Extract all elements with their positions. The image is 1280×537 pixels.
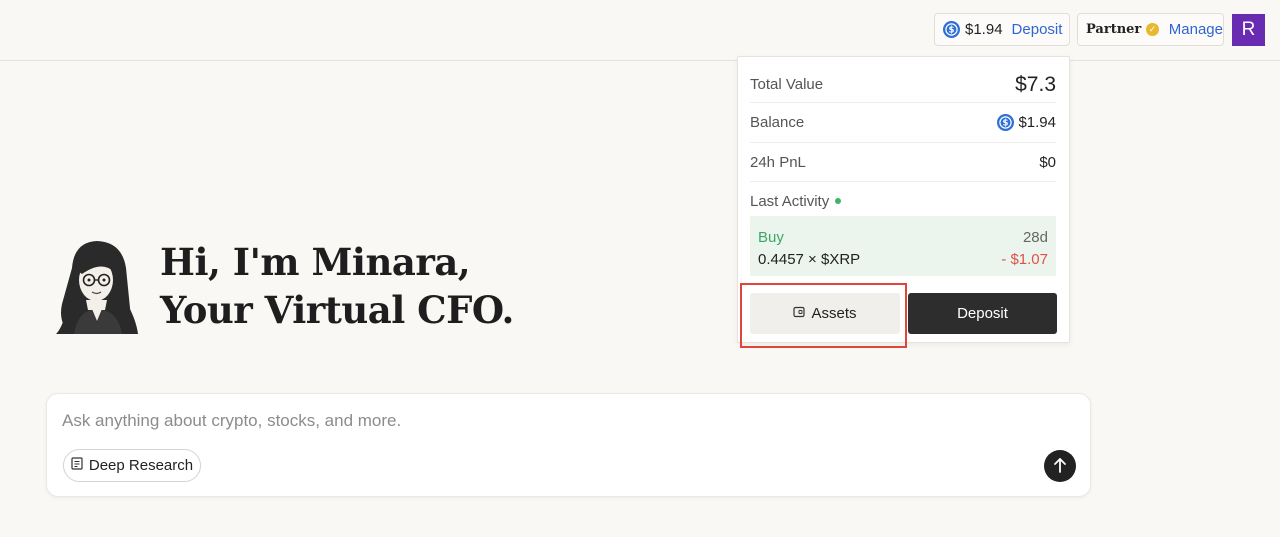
- portfolio-dropdown: Total Value $7.3 Balance $ $1.94 24h PnL…: [737, 56, 1070, 343]
- balance-value-wrap: $ $1.94: [997, 114, 1056, 131]
- total-value-label: Total Value: [750, 76, 824, 93]
- usdc-coin-icon: $: [997, 114, 1015, 131]
- hero-line-2: Your Virtual CFO.: [160, 288, 514, 332]
- hero-greeting: Hi, I'm Minara, Your Virtual CFO.: [160, 238, 514, 334]
- chat-input[interactable]: [62, 408, 962, 434]
- deep-research-label: Deep Research: [88, 457, 194, 474]
- partner-label: Partner: [1086, 22, 1142, 37]
- assets-button[interactable]: Assets: [750, 293, 900, 334]
- activity-pnl: - $1.07: [1001, 250, 1048, 268]
- total-value: $7.3: [1015, 72, 1056, 96]
- chat-composer: Deep Research: [46, 393, 1091, 497]
- usdc-coin-icon: $: [943, 21, 960, 38]
- total-value-row: Total Value $7.3: [750, 67, 1056, 103]
- assets-button-label: Assets: [811, 305, 857, 322]
- svg-text:$: $: [1003, 119, 1009, 129]
- balance-label: Balance: [750, 114, 805, 131]
- wallet-balance-pill[interactable]: $ $1.94 Deposit: [934, 13, 1070, 46]
- balance-row: Balance $ $1.94: [750, 103, 1056, 143]
- top-bar: $ $1.94 Deposit Partner ✓ Manage R: [0, 0, 1280, 61]
- verified-badge-icon: ✓: [1146, 23, 1159, 36]
- activity-card[interactable]: Buy 28d 0.4457 × $XRP - $1.07: [750, 216, 1056, 276]
- user-avatar[interactable]: R: [1232, 14, 1265, 46]
- last-activity-header: Last Activity: [750, 185, 1056, 217]
- wallet-amount: $1.94: [965, 21, 1003, 38]
- wallet-icon: [793, 305, 806, 322]
- partner-manage-link[interactable]: Manage: [1169, 21, 1223, 38]
- activity-type: Buy: [758, 228, 784, 246]
- pnl-label: 24h PnL: [750, 153, 806, 171]
- minara-avatar-illustration: [52, 238, 142, 336]
- pnl-row: 24h PnL $0: [750, 143, 1056, 182]
- live-status-dot-icon: [835, 198, 842, 204]
- panel-deposit-button[interactable]: Deposit: [908, 293, 1057, 334]
- partner-pill: Partner ✓ Manage: [1077, 13, 1224, 46]
- header-deposit-link[interactable]: Deposit: [1012, 21, 1063, 38]
- balance-value: $1.94: [1018, 114, 1056, 131]
- arrow-up-icon: [1053, 457, 1067, 476]
- activity-age: 28d: [1022, 228, 1048, 246]
- activity-quantity: 0.4457 × $XRP: [758, 250, 861, 268]
- deep-research-button[interactable]: Deep Research: [63, 449, 201, 482]
- pnl-value: $0: [1039, 153, 1056, 171]
- send-button[interactable]: [1044, 450, 1076, 482]
- hero-line-1: Hi, I'm Minara,: [160, 240, 471, 284]
- last-activity-label: Last Activity: [750, 192, 830, 210]
- document-icon: [71, 457, 83, 474]
- svg-text:$: $: [949, 26, 955, 36]
